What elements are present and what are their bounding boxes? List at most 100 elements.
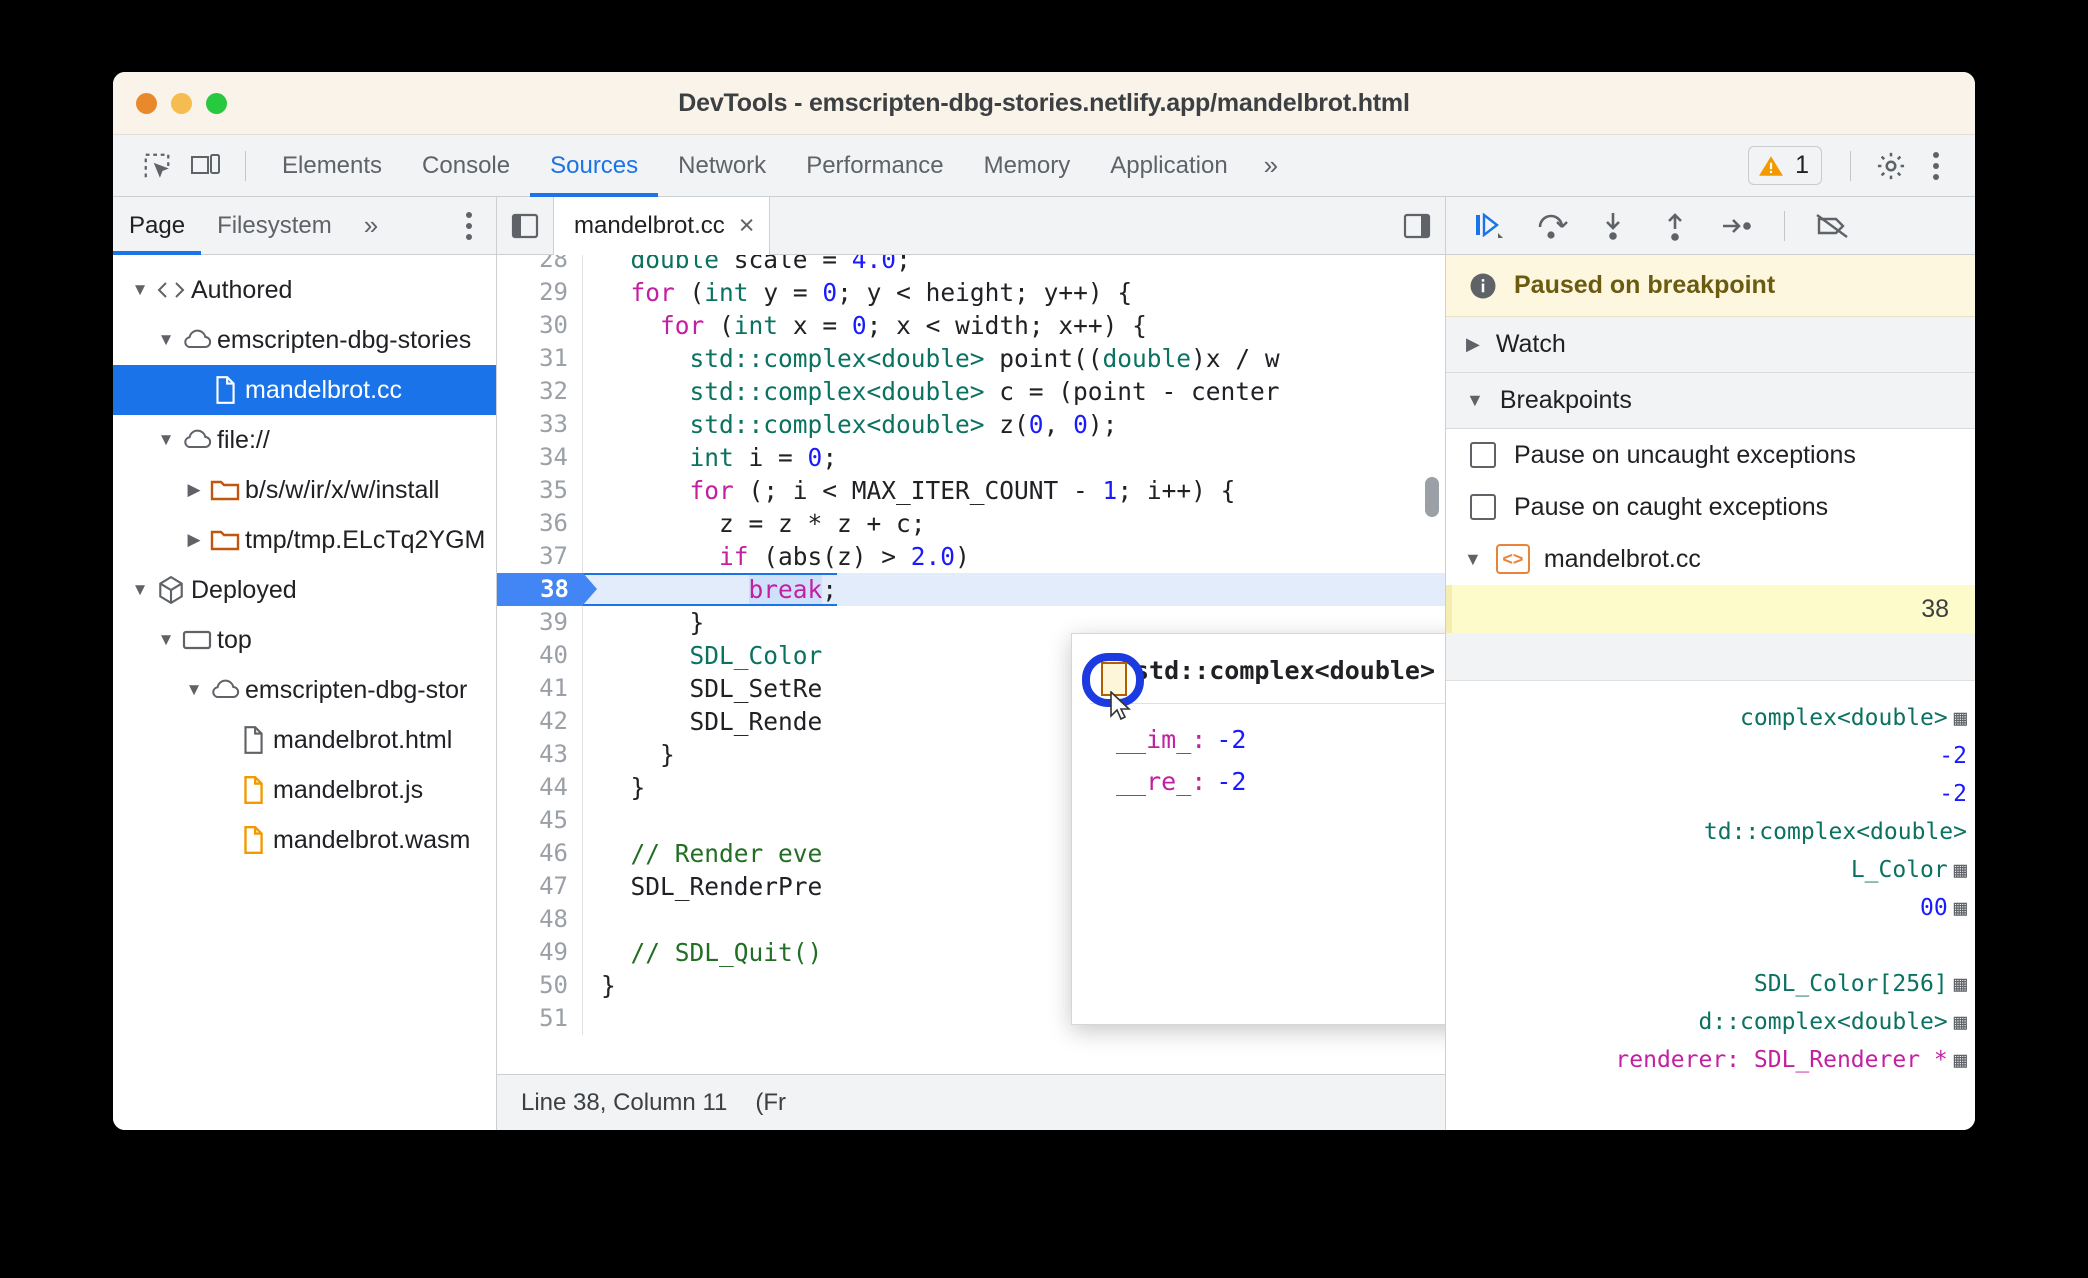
editor-pane: mandelbrot.cc × 28 double scale = 4.0; 2… [497, 196, 1445, 1130]
file-white-icon [205, 375, 245, 405]
memory-inspector-icon[interactable]: ▦ [1954, 896, 1967, 921]
tree-item-deployed[interactable]: ▼ Deployed [113, 565, 496, 615]
scope-row[interactable]: renderer: SDL_Renderer * ▦ [1446, 1041, 1975, 1079]
section-breakpoints[interactable]: ▼ Breakpoints [1446, 373, 1975, 429]
tree-item-install-folder[interactable]: ▶ b/s/w/ir/x/w/install [113, 465, 496, 515]
checkbox[interactable] [1470, 442, 1496, 468]
show-debugger-icon[interactable] [1389, 197, 1445, 255]
code-line: 36 z = z * z + c; [497, 507, 1445, 540]
line-source: z = z * z + c; [601, 509, 926, 538]
tree-item-tmp-folder[interactable]: ▶ tmp/tmp.ELcTq2YGM [113, 515, 496, 565]
tree-item-file-protocol[interactable]: ▼ file:// [113, 415, 496, 465]
tree-item-authored[interactable]: ▼ Authored [113, 265, 496, 315]
show-navigator-icon[interactable] [497, 197, 553, 255]
scope-row[interactable]: 00 ▦ [1446, 889, 1975, 927]
code-line-paused: 38 break; [497, 573, 1445, 606]
pause-caught-exceptions-row[interactable]: Pause on caught exceptions [1446, 481, 1975, 533]
nav-tab-filesystem[interactable]: Filesystem [201, 197, 348, 255]
editor-scrollbar[interactable] [1425, 477, 1439, 517]
disclosure-triangle-icon[interactable]: ▶ [1466, 334, 1480, 355]
tree-item-mandelbrot-cc[interactable]: mandelbrot.cc [113, 365, 496, 415]
disclosure-triangle-icon[interactable]: ▶ [183, 530, 205, 550]
section-watch[interactable]: ▶ Watch [1446, 317, 1975, 373]
memory-inspector-icon[interactable]: ▦ [1954, 972, 1967, 997]
more-tabs-chevron-icon[interactable]: » [1248, 150, 1294, 181]
scope-row [1446, 927, 1975, 965]
scope-row[interactable]: -2 [1446, 775, 1975, 813]
tree-item-mandelbrot-wasm[interactable]: mandelbrot.wasm [113, 815, 496, 865]
scope-row[interactable]: SDL_Color[256] ▦ [1446, 965, 1975, 1003]
line-source: SDL_Rende [601, 707, 823, 736]
memory-inspector-icon[interactable]: ▦ [1954, 858, 1967, 883]
navigator-more-icon[interactable] [452, 211, 486, 240]
more-options-icon[interactable] [1919, 151, 1953, 180]
tree-item-mandelbrot-html[interactable]: mandelbrot.html [113, 715, 496, 765]
tab-performance[interactable]: Performance [786, 135, 963, 197]
code-line: 35 for (; i < MAX_ITER_COUNT - 1; i++) { [497, 474, 1445, 507]
tree-item-mandelbrot-js[interactable]: mandelbrot.js [113, 765, 496, 815]
editor-tab-right [1389, 197, 1445, 255]
tree-item-label: file:// [217, 425, 270, 454]
memory-inspector-icon[interactable]: ▦ [1954, 1048, 1967, 1073]
paused-message: Paused on breakpoint [1514, 271, 1776, 299]
tab-elements[interactable]: Elements [262, 135, 402, 197]
disclosure-triangle-icon[interactable]: ▶ [183, 480, 205, 500]
scope-row[interactable]: td::complex<double> [1446, 813, 1975, 851]
disclosure-triangle-icon[interactable]: ▼ [155, 630, 177, 650]
tree-item-top[interactable]: ▼ top [113, 615, 496, 665]
disclosure-triangle-icon[interactable]: ▼ [183, 680, 205, 700]
disclosure-triangle-icon[interactable]: ▼ [1466, 390, 1484, 411]
disclosure-triangle-icon[interactable]: ▼ [129, 280, 151, 300]
editor-file-tab[interactable]: mandelbrot.cc × [553, 196, 770, 255]
disclosure-triangle-icon[interactable]: ▼ [1464, 549, 1482, 570]
scope-value: 00 [1920, 895, 1948, 921]
cursor-position: Line 38, Column 11 [521, 1088, 728, 1116]
close-icon[interactable]: × [739, 212, 755, 239]
disclosure-triangle-icon[interactable]: ▼ [155, 430, 177, 450]
tree-item-emscripten-authored[interactable]: ▼ emscripten-dbg-stories [113, 315, 496, 365]
memory-inspector-icon[interactable]: ▦ [1954, 1010, 1967, 1035]
navigator-overflow-chevron-icon[interactable]: » [348, 210, 394, 241]
code-line: 33 std::complex<double> z(0, 0); [497, 408, 1445, 441]
tab-application[interactable]: Application [1090, 135, 1247, 197]
scope-row[interactable]: complex<double> ▦ [1446, 699, 1975, 737]
disclosure-triangle-icon[interactable]: ▼ [155, 330, 177, 350]
line-source: } [601, 740, 675, 769]
paused-banner: Paused on breakpoint [1446, 255, 1975, 317]
disclosure-triangle-icon[interactable]: ▼ [129, 580, 151, 600]
device-toolbar-icon[interactable] [181, 146, 229, 186]
line-source: std::complex<double> c = (point - center [689, 377, 1280, 406]
checkbox[interactable] [1470, 494, 1496, 520]
breakpoint-entry[interactable]: 38 [1446, 585, 1975, 633]
scope-value: -2 [1939, 781, 1967, 807]
step-into-button[interactable] [1586, 203, 1640, 249]
tab-bar-right-actions: 1 [1736, 146, 1975, 186]
step-button[interactable] [1710, 203, 1764, 249]
code-line: 29 for (int y = 0; y < height; y++) { [497, 276, 1445, 309]
gear-icon[interactable] [1867, 146, 1915, 186]
nav-tab-page[interactable]: Page [113, 197, 201, 255]
step-over-button[interactable] [1524, 203, 1578, 249]
tab-sources[interactable]: Sources [530, 135, 658, 197]
tooltip-property-value: -2 [1216, 766, 1247, 796]
scope-row[interactable]: L_Color ▦ [1446, 851, 1975, 889]
tab-console[interactable]: Console [402, 135, 530, 197]
tree-item-emscripten-deployed[interactable]: ▼ emscripten-dbg-stor [113, 665, 496, 715]
memory-inspector-icon[interactable]: ▦ [1954, 706, 1967, 731]
folder-orange-icon [205, 527, 245, 553]
scope-row[interactable]: d::complex<double> ▦ [1446, 1003, 1975, 1041]
deactivate-breakpoints-button[interactable] [1805, 203, 1859, 249]
resume-button[interactable] [1462, 203, 1516, 249]
tab-network[interactable]: Network [658, 135, 786, 197]
scope-row[interactable]: -2 [1446, 737, 1975, 775]
warning-badge[interactable]: 1 [1748, 146, 1822, 185]
inspect-element-icon[interactable] [133, 146, 181, 186]
cloud-icon [177, 329, 217, 351]
step-out-button[interactable] [1648, 203, 1702, 249]
scope-value: L_Color [1850, 857, 1948, 883]
tab-memory[interactable]: Memory [964, 135, 1091, 197]
code-editor[interactable]: 28 double scale = 4.0; 29 for (int y = 0… [497, 255, 1445, 1074]
breakpoint-line-number: 38 [1921, 594, 1949, 623]
pause-uncaught-exceptions-row[interactable]: Pause on uncaught exceptions [1446, 429, 1975, 481]
breakpoint-file-row[interactable]: ▼ <> mandelbrot.cc [1446, 533, 1975, 585]
